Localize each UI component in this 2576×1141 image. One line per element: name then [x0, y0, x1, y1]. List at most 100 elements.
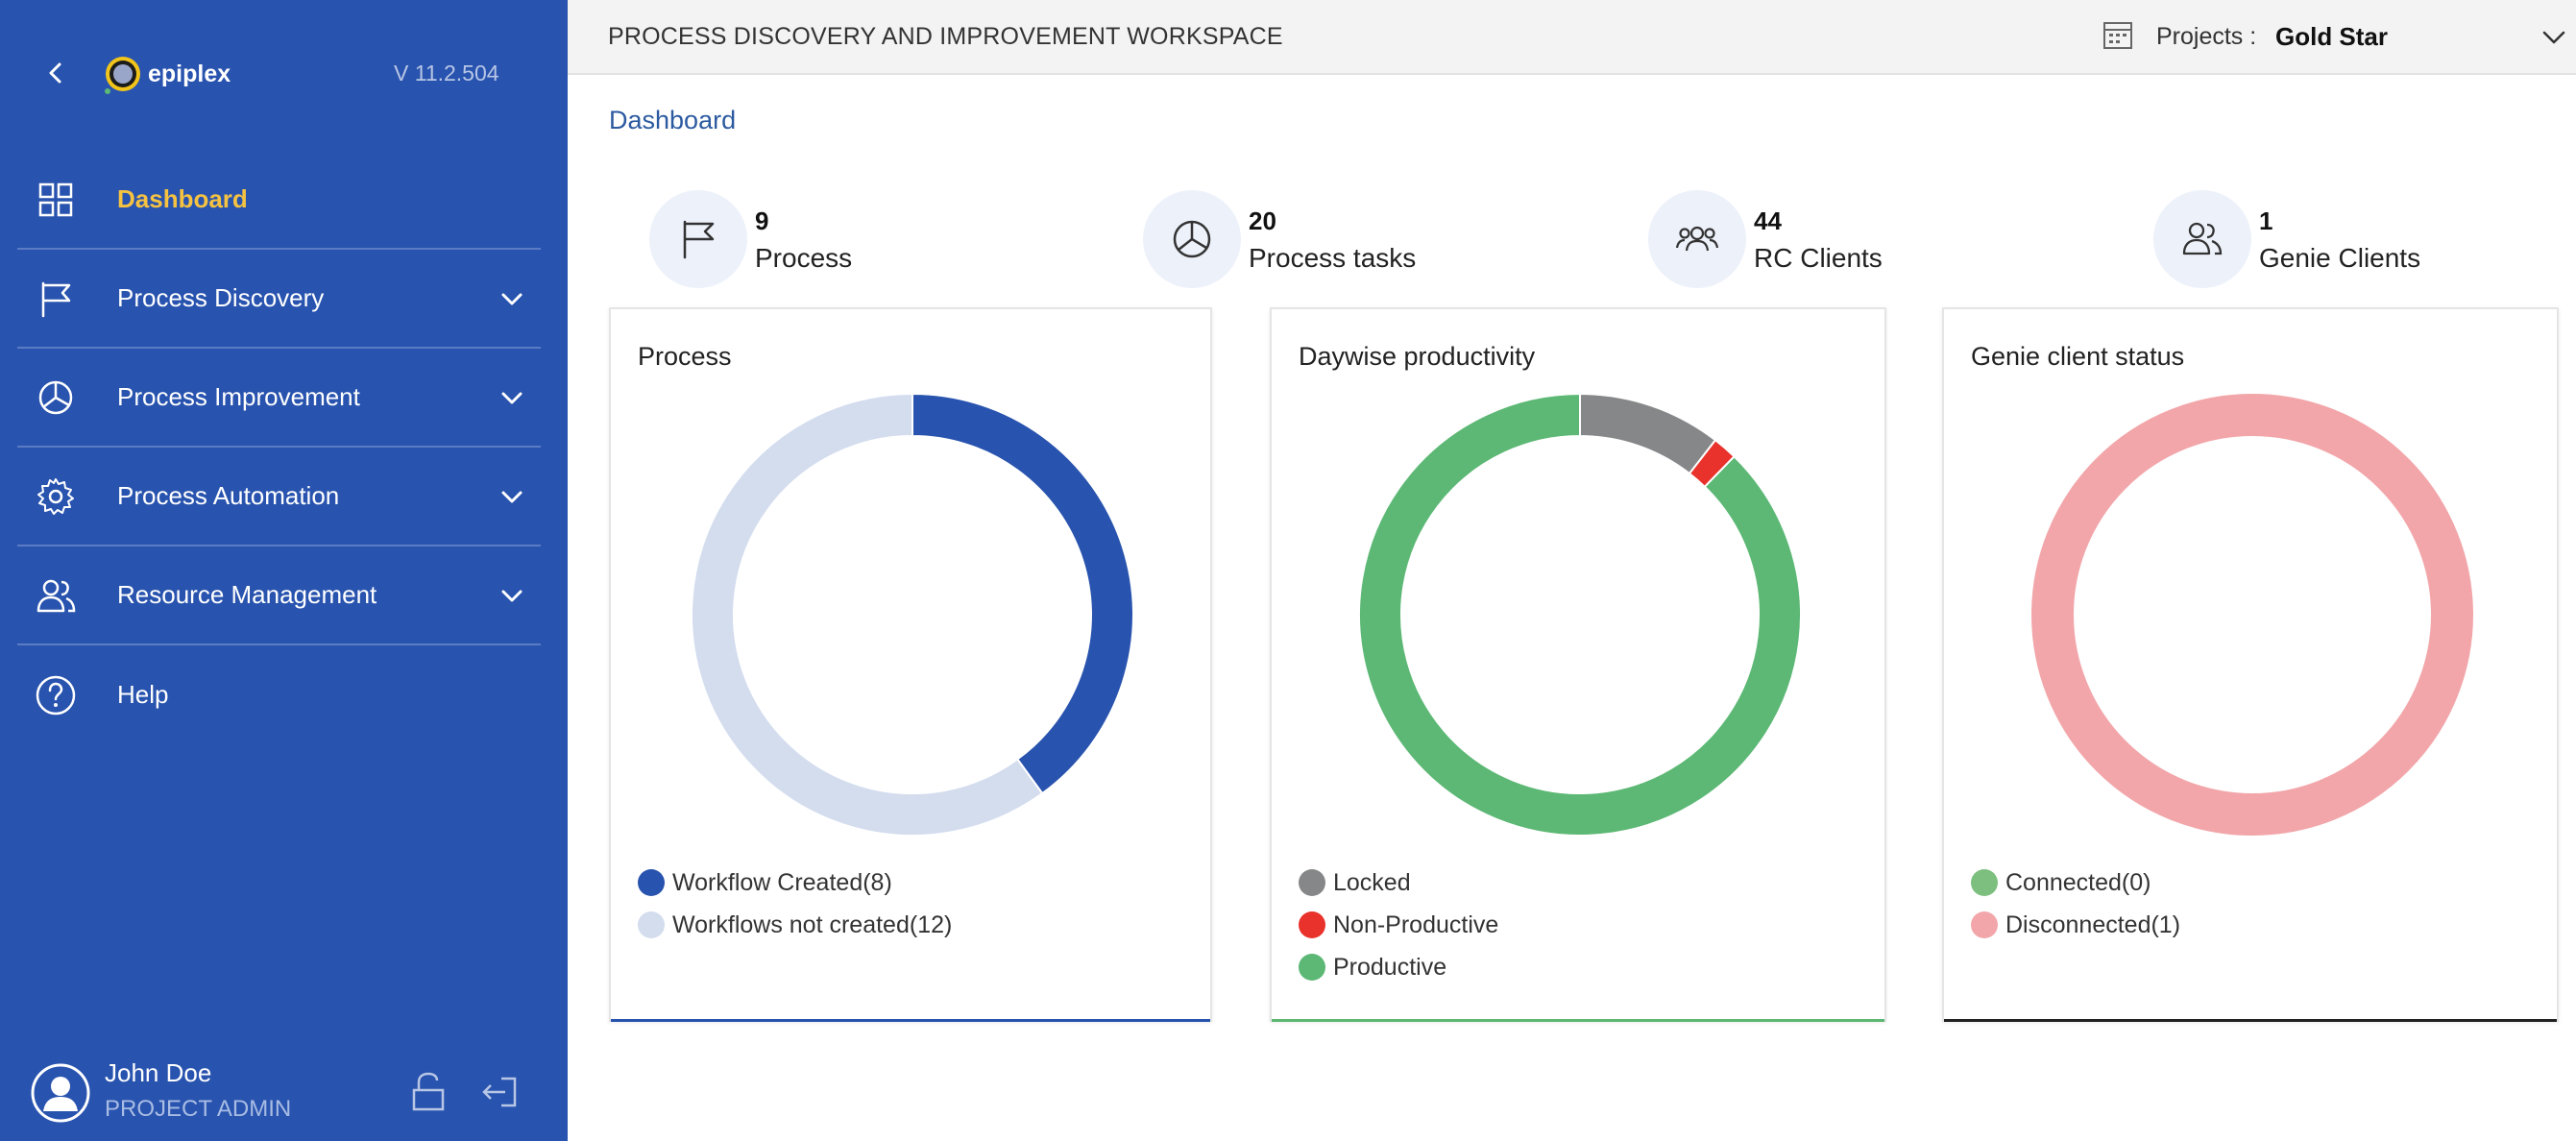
chevron-down-icon[interactable]: [498, 284, 526, 313]
sidebar-header: epiplex V 11.2.504: [0, 0, 568, 144]
legend-label: Connected(0): [2005, 868, 2151, 896]
card-accent-bar: [1272, 1019, 1884, 1022]
legend-swatch: [1299, 869, 1325, 896]
process-donut-chart: [691, 392, 1134, 837]
legend-item[interactable]: Productive: [1299, 946, 1498, 988]
chevron-left-icon[interactable]: [38, 56, 73, 90]
stat-label: RC Clients: [1754, 243, 1883, 273]
avatar[interactable]: [31, 1063, 90, 1123]
stat-icon-circle: [649, 190, 747, 288]
logo-icon: [105, 57, 140, 94]
users-icon: [36, 579, 76, 612]
chart-legend: Connected(0) Disconnected(1): [1971, 862, 2180, 946]
sidebar-nav: Dashboard Process Discovery Process Impr…: [17, 151, 541, 744]
stat-value: 9: [755, 206, 769, 235]
stat-label: Process: [755, 243, 853, 273]
user-panel: John Doe PROJECT ADMIN: [0, 1042, 568, 1141]
card-title: Process: [638, 342, 732, 371]
genie-status-chart-card: Genie client status Connected(0) Disconne…: [1942, 307, 2559, 1022]
legend-label: Locked: [1333, 868, 1411, 896]
stat-icon-circle: [1648, 190, 1746, 288]
legend-item[interactable]: Workflows not created(12): [638, 904, 952, 946]
unlock-icon[interactable]: [409, 1071, 448, 1113]
donut-slice[interactable]: [911, 392, 1134, 795]
card-title: Genie client status: [1971, 342, 2185, 371]
project-select[interactable]: Gold Star: [2275, 22, 2388, 52]
breadcrumb[interactable]: Dashboard: [609, 106, 736, 135]
gear-icon: [37, 477, 74, 515]
stat-icon-circle: [2153, 190, 2251, 288]
sidebar-item-process-automation[interactable]: Process Automation: [17, 448, 541, 546]
legend-label: Disconnected(1): [2005, 910, 2181, 938]
legend-item[interactable]: Non-Productive: [1299, 904, 1498, 946]
legend-swatch: [1299, 954, 1325, 981]
legend-label: Non-Productive: [1333, 910, 1499, 938]
legend-item[interactable]: Locked: [1299, 862, 1498, 904]
chevron-down-icon[interactable]: [498, 482, 526, 511]
productivity-donut-chart: [1358, 392, 1802, 837]
flag-icon: [683, 220, 715, 259]
legend-swatch: [1299, 911, 1325, 938]
users-icon: [2182, 222, 2223, 255]
legend-item[interactable]: Workflow Created(8): [638, 862, 952, 904]
workspace-title: PROCESS DISCOVERY AND IMPROVEMENT WORKSP…: [608, 23, 1283, 50]
chevron-down-icon[interactable]: [498, 581, 526, 610]
stat-value: 20: [1249, 206, 1276, 235]
legend-label: Productive: [1333, 953, 1447, 981]
logout-icon[interactable]: [478, 1071, 521, 1113]
user-name: John Doe: [105, 1058, 212, 1087]
card-accent-bar: [1944, 1019, 2557, 1022]
legend-swatch: [1971, 869, 1998, 896]
flag-icon: [41, 281, 71, 317]
donut-slice[interactable]: [1358, 392, 1802, 837]
legend-item[interactable]: Connected(0): [1971, 862, 2180, 904]
stat-icon-circle: [1143, 190, 1241, 288]
donut-slice[interactable]: [691, 392, 1044, 837]
donut-slice[interactable]: [2031, 394, 2473, 836]
genie-status-donut-chart: [2031, 394, 2473, 836]
sidebar-item-process-discovery[interactable]: Process Discovery: [17, 250, 541, 349]
pie-icon: [1173, 220, 1211, 258]
group-icon: [1675, 226, 1719, 252]
help-icon: [36, 675, 76, 715]
sidebar-item-label: Help: [117, 680, 169, 709]
projects-label: Projects :: [2156, 23, 2257, 50]
chart-legend: Workflow Created(8) Workflows not created…: [638, 862, 952, 946]
building-icon: [2103, 22, 2132, 49]
donut-slice[interactable]: [1579, 392, 1717, 475]
sidebar-item-label: Dashboard: [117, 184, 248, 213]
productivity-chart-card: Daywise productivity Locked Non-Productiv…: [1270, 307, 1886, 1022]
sidebar-item-resource-management[interactable]: Resource Management: [17, 546, 541, 645]
card-title: Daywise productivity: [1299, 342, 1536, 371]
sidebar-item-dashboard[interactable]: Dashboard: [17, 151, 541, 250]
grid-icon: [38, 182, 73, 216]
stat-value: 1: [2259, 206, 2273, 235]
chevron-down-icon[interactable]: [498, 383, 526, 412]
version-label: V 11.2.504: [394, 61, 499, 85]
legend-swatch: [638, 911, 665, 938]
sidebar-item-process-improvement[interactable]: Process Improvement: [17, 349, 541, 448]
sidebar-item-label: Process Automation: [117, 481, 340, 510]
pie-icon: [38, 380, 73, 414]
legend-swatch: [1971, 911, 1998, 938]
legend-label: Workflow Created(8): [672, 868, 892, 896]
stat-value: 44: [1754, 206, 1782, 235]
process-chart-card: Process Workflow Created(8) Workflows not…: [609, 307, 1212, 1022]
sidebar-item-label: Process Improvement: [117, 382, 360, 411]
logo-text: epiplex: [148, 60, 231, 87]
sidebar-item-label: Resource Management: [117, 580, 377, 609]
chart-legend: Locked Non-Productive Productive: [1299, 862, 1498, 988]
legend-item[interactable]: Disconnected(1): [1971, 904, 2180, 946]
legend-label: Workflows not created(12): [672, 910, 953, 938]
stat-label: Genie Clients: [2259, 243, 2421, 273]
stat-label: Process tasks: [1249, 243, 1417, 273]
chevron-down-icon[interactable]: [2538, 21, 2570, 54]
sidebar-item-label: Process Discovery: [117, 283, 325, 312]
sidebar: epiplex V 11.2.504 Dashboard Process Dis…: [0, 0, 568, 1141]
top-header: PROCESS DISCOVERY AND IMPROVEMENT WORKSP…: [568, 0, 2576, 75]
logo: epiplex: [102, 51, 231, 97]
card-accent-bar: [611, 1019, 1210, 1022]
legend-swatch: [638, 869, 665, 896]
sidebar-item-help[interactable]: Help: [17, 645, 541, 744]
user-role: PROJECT ADMIN: [105, 1096, 292, 1122]
